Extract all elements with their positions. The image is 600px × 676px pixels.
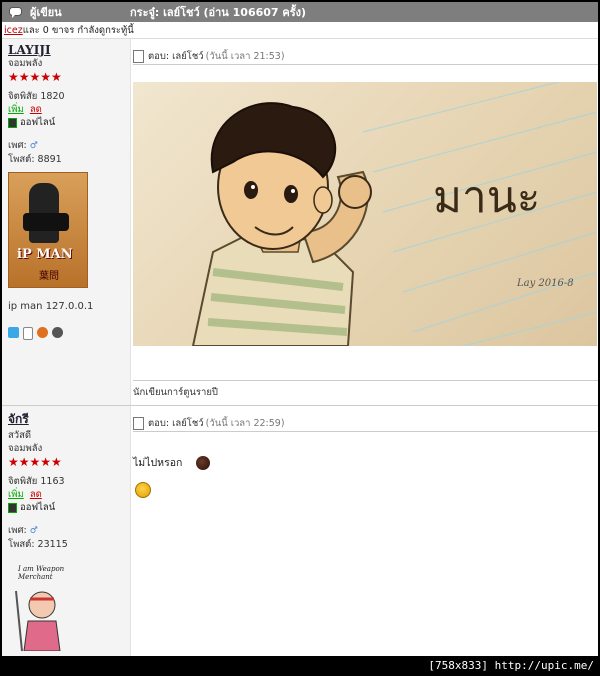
- post-time: (วันนี้ เวลา 21:53): [205, 50, 285, 62]
- gender-label: เพศ:: [8, 140, 27, 151]
- rank-stars: ★★★★★: [8, 455, 62, 469]
- post: จักรี สวัสดี จอมพลัง ★★★★★ จิตพิสัย 1163…: [2, 405, 598, 656]
- reply-subject[interactable]: ตอบ: เลย์โชว์: [148, 416, 204, 431]
- avatar-text: I am Weapon Merchant: [18, 565, 65, 581]
- offline-icon: [8, 117, 17, 128]
- personal-text: ip man 127.0.0.1: [8, 301, 94, 312]
- profile-page-icon[interactable]: [23, 327, 33, 340]
- karma-plus-link[interactable]: เพิ่ม: [8, 104, 24, 115]
- firefox-icon[interactable]: [37, 327, 48, 338]
- status-label: ออฟไลน์: [20, 502, 56, 513]
- online-status: ออฟไลน์: [8, 501, 130, 514]
- karma-count: จิตพิสัย 1820: [8, 91, 65, 102]
- member-title: สวัสดี: [8, 430, 32, 441]
- topic-header: ผู้เขียน กระจู๋: เลย์โชว์ (อ่าน 106607 ค…: [2, 2, 598, 22]
- emoticon-icon: [196, 455, 211, 470]
- avatar: iP MAN 葉問: [8, 172, 88, 288]
- poster-info: LAYIJI จอมพลัง ★★★★★ จิตพิสัย 1820 เพิ่ม…: [2, 39, 131, 405]
- forum-frame: ผู้เขียน กระจู๋: เลย์โชว์ (อ่าน 106607 ค…: [2, 2, 598, 656]
- laughing-emoticon-icon: [135, 482, 151, 501]
- karma-minus-link[interactable]: ลด: [30, 104, 42, 115]
- karma-actions: เพิ่ม ลด: [8, 488, 130, 501]
- gender-row: เพศ: ♂: [8, 524, 130, 538]
- document-icon: [133, 49, 144, 63]
- viewers-text: และ 0 ขาจร กำลังดูกระทู้นี้: [22, 24, 134, 36]
- image-host-footer: [758x833] http://upic.me/: [0, 656, 600, 676]
- rank-stars: ★★★★★: [8, 70, 62, 84]
- post: LAYIJI จอมพลัง ★★★★★ จิตพิสัย 1820 เพิ่ม…: [2, 39, 598, 405]
- post-count: โพสต์: 23115: [8, 539, 68, 550]
- username-link[interactable]: LAYIJI: [8, 43, 130, 57]
- drawing-signature: Lay 2016-8: [517, 278, 574, 289]
- author-column-header: ผู้เขียน: [30, 6, 62, 19]
- drawing-caption: มานะ: [433, 172, 541, 223]
- member-rank: จอมพลัง: [8, 443, 43, 454]
- karma-count: จิตพิสัย 1163: [8, 476, 65, 487]
- avatar-signature: 葉問: [39, 271, 59, 282]
- post-time: (วันนี้ เวลา 22:59): [205, 417, 285, 429]
- male-icon: ♂: [29, 141, 38, 151]
- karma-actions: เพิ่ม ลด: [8, 103, 130, 116]
- profile-icons: [8, 327, 130, 340]
- speech-bubble-icon: [8, 6, 22, 18]
- reply-subject[interactable]: ตอบ: เลย์โชว์: [148, 49, 204, 64]
- gender-label: เพศ:: [8, 525, 27, 536]
- document-icon: [133, 416, 144, 430]
- member-rank: จอมพลัง: [8, 58, 43, 69]
- post-header: ตอบ: เลย์โชว์ (วันนี้ เวลา 22:59): [133, 415, 598, 432]
- username-link[interactable]: จักรี: [8, 410, 130, 429]
- poster-info: จักรี สวัสดี จอมพลัง ★★★★★ จิตพิสัย 1163…: [2, 406, 131, 656]
- twitter-icon[interactable]: [8, 327, 19, 338]
- online-status: ออฟไลน์: [8, 116, 130, 129]
- status-label: ออฟไลน์: [20, 117, 56, 128]
- post-count: โพสต์: 8891: [8, 154, 62, 165]
- avatar: I am Weapon Merchant: [8, 565, 70, 652]
- gender-row: เพศ: ♂: [8, 139, 130, 153]
- post-message: ไม่ไปหรอก: [133, 454, 211, 471]
- topic-subject: กระจู๋: เลย์โชว์ (อ่าน 106607 ครั้ง): [130, 6, 307, 19]
- message-text: ไม่ไปหรอก: [133, 457, 183, 469]
- offline-icon: [8, 502, 17, 513]
- post-content: ตอบ: เลย์โชว์ (วันนี้ เวลา 21:53) มานะ L…: [131, 39, 598, 405]
- message-icon[interactable]: [52, 327, 63, 338]
- user-signature: นักเขียนการ์ตูนรายปี: [133, 380, 598, 400]
- avatar-title: iP MAN: [17, 247, 73, 262]
- viewers-bar: icez และ 0 ขาจร กำลังดูกระทู้นี้: [2, 22, 598, 39]
- viewer-link[interactable]: icez: [4, 25, 23, 36]
- post-content: ตอบ: เลย์โชว์ (วันนี้ เวลา 22:59) ไม่ไปห…: [131, 406, 598, 656]
- karma-plus-link[interactable]: เพิ่ม: [8, 489, 24, 500]
- post-image-drawing: มานะ Lay 2016-8: [133, 82, 597, 346]
- ipman-figure-base: [23, 213, 69, 231]
- karma-minus-link[interactable]: ลด: [30, 489, 42, 500]
- post-header: ตอบ: เลย์โชว์ (วันนี้ เวลา 21:53): [133, 48, 598, 65]
- male-icon: ♂: [29, 526, 38, 536]
- merchant-figure: [15, 590, 61, 652]
